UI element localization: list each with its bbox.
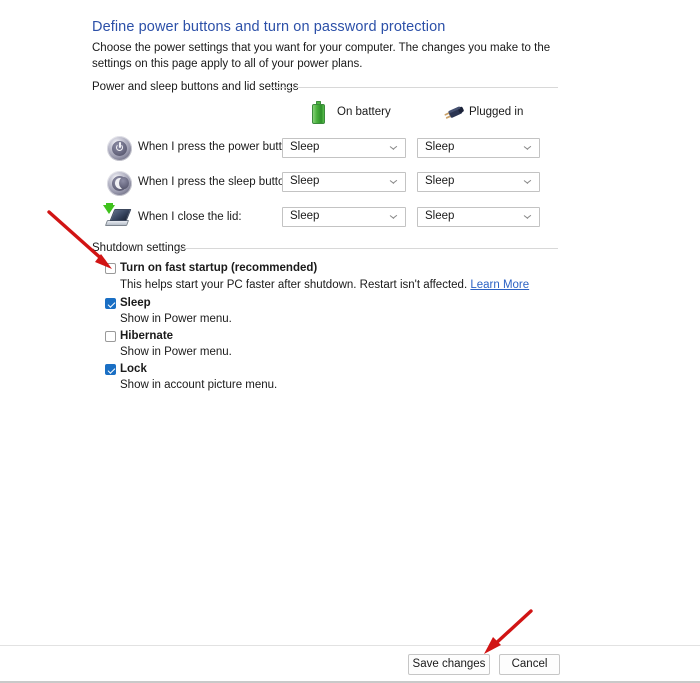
dropdown-sleep-button-plugged-in[interactable]: Sleep — [417, 172, 540, 192]
page-title: Define power buttons and turn on passwor… — [92, 19, 446, 35]
sleep-button-icon — [104, 169, 134, 199]
checkmark-icon — [107, 299, 116, 308]
column-header-plugged-in: Plugged in — [469, 106, 524, 118]
laptop-lid-icon — [101, 203, 132, 233]
page-subtitle: Choose the power settings that you want … — [92, 42, 551, 70]
row-label-power-button: When I press the power button: — [138, 141, 298, 153]
checkbox-label-sleep: Sleep — [120, 297, 151, 309]
section-heading-shutdown: Shutdown settings — [92, 242, 186, 254]
dropdown-sleep-button-on-battery[interactable]: Sleep — [282, 172, 406, 192]
dropdown-close-lid-plugged-in[interactable]: Sleep — [417, 207, 540, 227]
checkmark-icon — [107, 365, 116, 374]
power-button-icon — [104, 134, 134, 164]
checkbox-label-lock: Lock — [120, 363, 147, 375]
chevron-down-icon — [524, 180, 531, 184]
dropdown-value: Sleep — [290, 175, 320, 187]
section-divider-power-sleep-lid — [270, 87, 558, 88]
cancel-button[interactable]: Cancel — [499, 654, 560, 675]
column-header-on-battery: On battery — [337, 106, 391, 118]
save-changes-button[interactable]: Save changes — [408, 654, 490, 675]
row-label-sleep-button: When I press the sleep button: — [138, 176, 294, 188]
power-plug-icon — [440, 104, 466, 122]
footer-bar: Save changes Cancel — [0, 645, 700, 683]
chevron-down-icon — [524, 146, 531, 150]
dropdown-value: Sleep — [290, 141, 320, 153]
chevron-down-icon — [390, 180, 397, 184]
dropdown-power-button-on-battery[interactable]: Sleep — [282, 138, 406, 158]
chevron-down-icon — [390, 146, 397, 150]
row-label-close-lid: When I close the lid: — [138, 211, 242, 223]
checkbox-description-hibernate: Show in Power menu. — [120, 346, 232, 358]
fast-startup-description-text: This helps start your PC faster after sh… — [120, 279, 468, 291]
checkbox-sleep[interactable] — [105, 298, 116, 309]
checkbox-description-sleep: Show in Power menu. — [120, 313, 232, 325]
battery-icon — [312, 101, 325, 124]
dropdown-close-lid-on-battery[interactable]: Sleep — [282, 207, 406, 227]
checkbox-hibernate[interactable] — [105, 331, 116, 342]
dropdown-value: Sleep — [425, 141, 455, 153]
section-heading-power-sleep-lid: Power and sleep buttons and lid settings — [92, 81, 299, 93]
chevron-down-icon — [524, 215, 531, 219]
checkbox-label-fast-startup: Turn on fast startup (recommended) — [120, 262, 318, 274]
dropdown-power-button-plugged-in[interactable]: Sleep — [417, 138, 540, 158]
dropdown-value: Sleep — [290, 210, 320, 222]
dropdown-value: Sleep — [425, 175, 455, 187]
checkbox-label-hibernate: Hibernate — [120, 330, 174, 342]
checkbox-lock[interactable] — [105, 364, 116, 375]
section-divider-shutdown — [180, 248, 558, 249]
learn-more-link[interactable]: Learn More — [470, 279, 529, 291]
dropdown-value: Sleep — [425, 210, 455, 222]
power-options-page: Define power buttons and turn on passwor… — [0, 0, 700, 645]
chevron-down-icon — [390, 215, 397, 219]
checkbox-fast-startup[interactable] — [105, 263, 116, 274]
checkbox-description-lock: Show in account picture menu. — [120, 379, 278, 391]
checkbox-description-fast-startup: This helps start your PC faster after sh… — [120, 279, 529, 291]
